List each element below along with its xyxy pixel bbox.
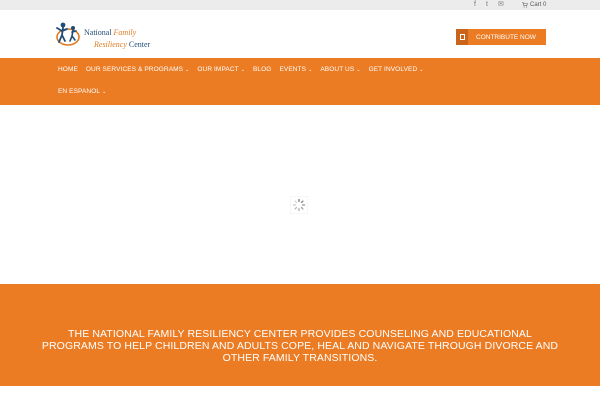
family-logo-icon xyxy=(56,22,80,46)
mission-statement-band: The National Family Resiliency Center pr… xyxy=(0,284,600,386)
contribute-now-button[interactable]: CONTRIBUTE NOW xyxy=(456,29,546,45)
email-icon[interactable]: ✉ xyxy=(498,1,504,9)
chevron-down-icon: ⌄ xyxy=(308,67,313,73)
logo-text-line2: Resiliency Center xyxy=(94,40,151,49)
facebook-icon[interactable]: f xyxy=(474,1,476,9)
site-logo[interactable]: National Family Resiliency Center xyxy=(54,20,164,54)
nav-item-blog[interactable]: BLOG xyxy=(253,66,271,74)
chevron-down-icon: ⌄ xyxy=(356,67,361,73)
nav-item-en-espanol[interactable]: EN ESPANOL ⌄ xyxy=(58,88,478,96)
loading-spinner-icon xyxy=(290,196,308,214)
contribute-label: CONTRIBUTE NOW xyxy=(476,33,536,41)
page-bottom xyxy=(0,386,600,400)
twitter-icon[interactable]: t xyxy=(486,1,488,9)
main-navigation: HOME OUR SERVICES & PROGRAMS ⌄ OUR IMPACT… xyxy=(0,58,600,105)
nav-item-get-involved[interactable]: GET INVOLVED ⌄ xyxy=(369,66,424,74)
nav-item-events[interactable]: EVENTS ⌄ xyxy=(279,66,312,74)
chevron-down-icon: ⌄ xyxy=(102,89,107,95)
hero-slider xyxy=(0,105,600,284)
nav-menu: HOME OUR SERVICES & PROGRAMS ⌄ OUR IMPACT… xyxy=(58,66,478,96)
nav-item-home[interactable]: HOME xyxy=(58,66,78,74)
donate-icon xyxy=(456,29,468,45)
chevron-down-icon: ⌄ xyxy=(419,67,424,73)
cart-label: Cart 0 xyxy=(530,2,547,8)
site-header: National Family Resiliency Center CONTRI… xyxy=(0,10,600,58)
chevron-down-icon: ⌄ xyxy=(185,67,190,73)
top-utility-bar: f t ✉ Cart 0 xyxy=(0,0,600,10)
nav-item-about-us[interactable]: ABOUT US ⌄ xyxy=(320,66,360,74)
logo-text-line1: National Family xyxy=(84,28,137,37)
nav-item-services-programs[interactable]: OUR SERVICES & PROGRAMS ⌄ xyxy=(86,66,189,74)
chevron-down-icon: ⌄ xyxy=(240,67,245,73)
social-links: f t ✉ xyxy=(474,1,504,9)
nav-item-our-impact[interactable]: OUR IMPACT ⌄ xyxy=(197,66,245,74)
cart-icon xyxy=(522,2,528,8)
mission-statement: The National Family Resiliency Center pr… xyxy=(41,328,559,364)
cart-link[interactable]: Cart 0 xyxy=(522,1,546,9)
